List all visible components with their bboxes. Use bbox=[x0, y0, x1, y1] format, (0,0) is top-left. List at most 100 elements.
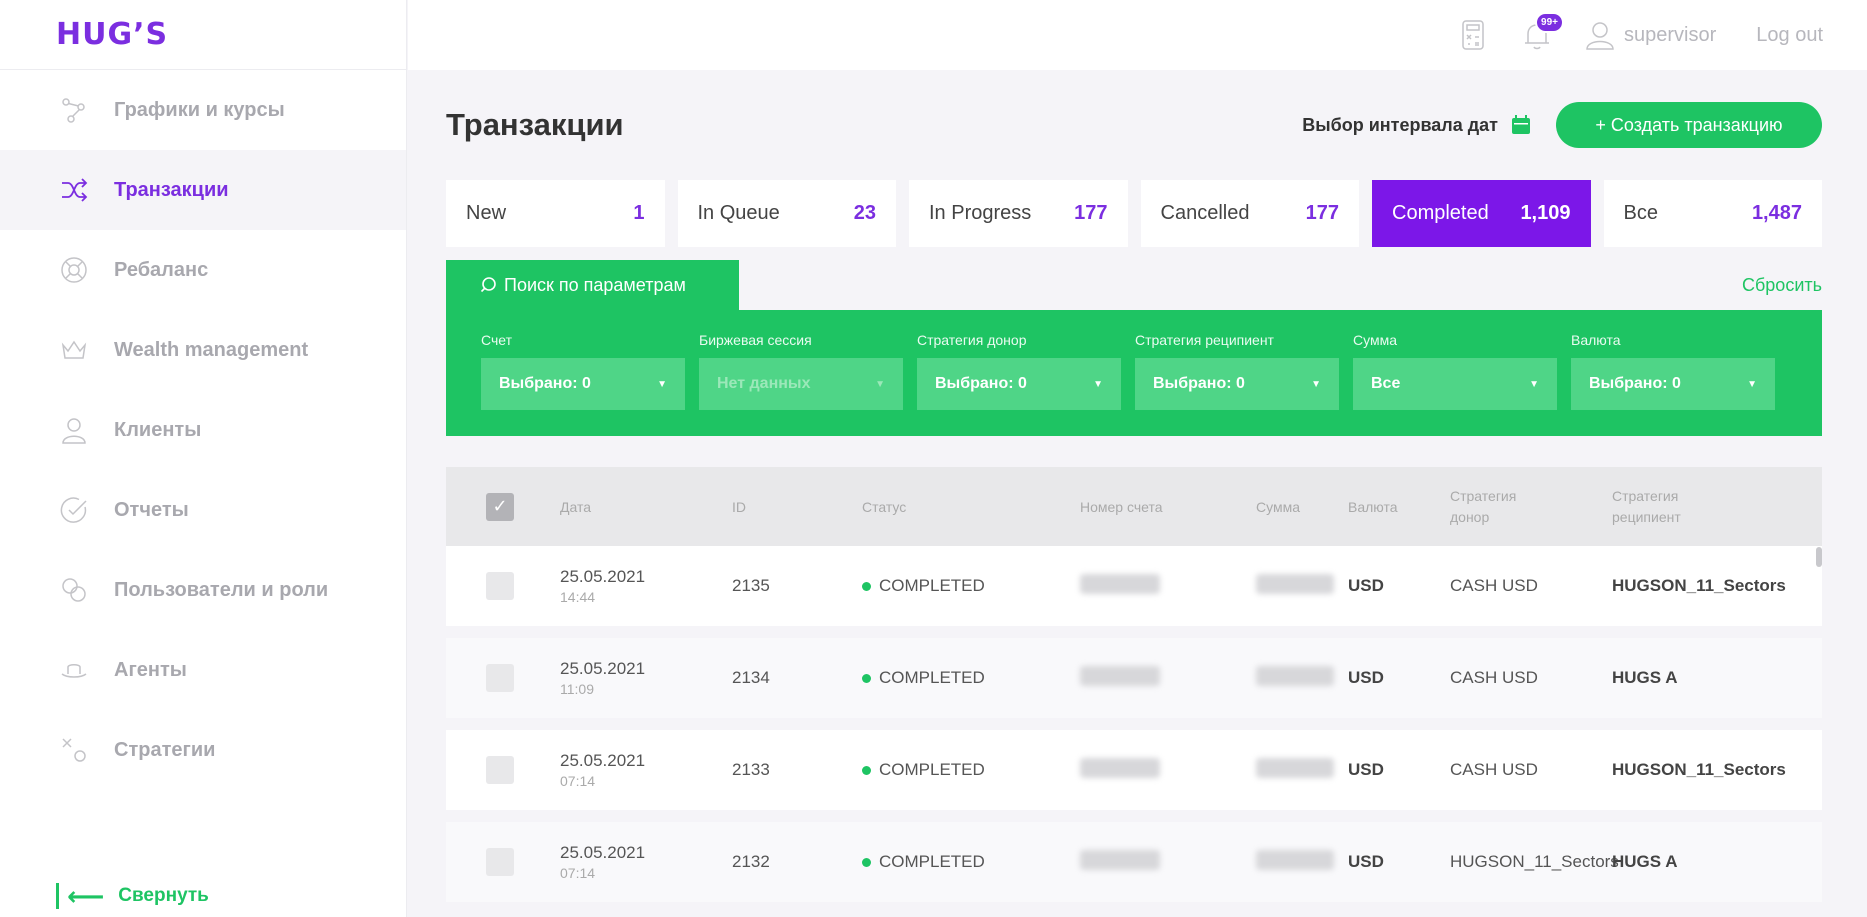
row-checkbox[interactable] bbox=[486, 572, 514, 600]
row-recipient: HUGSON_11_Sectors bbox=[1612, 760, 1786, 779]
status-dot bbox=[862, 673, 871, 683]
header-checkbox-cell: ✓ bbox=[446, 492, 560, 521]
sidebar-item-label: Отчеты bbox=[114, 498, 189, 521]
filter-sum-select[interactable]: Все ▼ bbox=[1353, 358, 1557, 410]
collapse-sidebar-button[interactable]: ⟵ Свернуть bbox=[56, 883, 209, 909]
sidebar-item-agents[interactable]: Агенты bbox=[0, 630, 406, 710]
date-cell: 25.05.2021 07:14 bbox=[560, 751, 732, 789]
select-all-checkbox[interactable]: ✓ bbox=[486, 492, 514, 521]
table-row[interactable]: 25.05.2021 11:09 2134 COMPLETED USD CASH… bbox=[446, 638, 1822, 718]
col-date[interactable]: Дата bbox=[560, 499, 732, 515]
create-transaction-button[interactable]: + Создать транзакцию bbox=[1556, 102, 1822, 148]
col-currency[interactable]: Валюта bbox=[1348, 499, 1450, 515]
status-cell: COMPLETED bbox=[862, 852, 1080, 872]
tab-all[interactable]: Все 1,487 bbox=[1603, 180, 1822, 247]
col-sum[interactable]: Сумма bbox=[1256, 499, 1348, 515]
sidebar-item-strategies[interactable]: Стратегии bbox=[0, 710, 406, 790]
calculator-icon[interactable] bbox=[1456, 18, 1490, 52]
sidebar-item-label: Графики и курсы bbox=[114, 98, 285, 121]
search-params-tab[interactable]: Поиск по параметрам bbox=[446, 260, 739, 310]
logout-link[interactable]: Log out bbox=[1756, 24, 1823, 47]
sidebar-item-reports[interactable]: Отчеты bbox=[0, 470, 406, 550]
row-status: COMPLETED bbox=[879, 668, 985, 687]
blurred-account bbox=[1080, 665, 1160, 686]
filter-account-select[interactable]: Выбрано: 0 ▼ bbox=[481, 358, 685, 410]
row-checkbox[interactable] bbox=[486, 848, 514, 876]
sidebar-item-rebalance[interactable]: Ребаланс bbox=[0, 230, 406, 310]
caret-down-icon: ▼ bbox=[657, 378, 667, 390]
sidebar-item-label: Ребаланс bbox=[114, 258, 209, 281]
account-cell bbox=[1080, 573, 1256, 599]
row-date: 25.05.2021 bbox=[560, 567, 646, 586]
caret-down-icon: ▼ bbox=[1093, 378, 1103, 390]
chart-nodes-icon bbox=[58, 94, 90, 126]
row-id: 2133 bbox=[732, 760, 770, 779]
blurred-sum bbox=[1256, 573, 1334, 594]
date-range-label[interactable]: Выбор интервала дат bbox=[1302, 115, 1498, 136]
sidebar-item-label: Wealth management bbox=[114, 338, 309, 361]
tab-in-progress[interactable]: In Progress 177 bbox=[909, 180, 1128, 247]
table-row[interactable]: 25.05.2021 07:14 2132 COMPLETED USD HUGS… bbox=[446, 822, 1822, 902]
blurred-sum bbox=[1256, 757, 1334, 778]
status-cell: COMPLETED bbox=[862, 668, 1080, 688]
sidebar-item-users[interactable]: Пользователи и роли bbox=[0, 550, 406, 630]
row-currency: USD bbox=[1348, 852, 1384, 871]
user-menu[interactable]: supervisor bbox=[1584, 19, 1716, 51]
row-recipient: HUGS A bbox=[1612, 668, 1678, 687]
row-donor: CASH USD bbox=[1450, 668, 1538, 687]
col-recipient[interactable]: Стратегия реципиент bbox=[1612, 486, 1822, 528]
col-donor[interactable]: Стратегия донор bbox=[1450, 486, 1612, 528]
blurred-account bbox=[1080, 573, 1160, 594]
filter-account: Счет Выбрано: 0 ▼ bbox=[481, 332, 685, 436]
strategy-icon bbox=[58, 734, 90, 766]
check-circle-icon bbox=[58, 494, 90, 526]
sidebar-item-transactions[interactable]: Транзакции bbox=[0, 150, 406, 230]
table-scrollbar[interactable] bbox=[1816, 547, 1822, 567]
col-id[interactable]: ID bbox=[732, 499, 862, 515]
row-donor: CASH USD bbox=[1450, 760, 1538, 779]
filter-label: Стратегия реципиент bbox=[1135, 332, 1274, 348]
tab-new[interactable]: New 1 bbox=[446, 180, 665, 247]
person-icon bbox=[58, 414, 90, 446]
transactions-table: ✓ Дата ID Статус Номер счета Сумма Валют… bbox=[446, 467, 1822, 902]
sidebar-item-clients[interactable]: Клиенты bbox=[0, 390, 406, 470]
search-tab-label: Поиск по параметрам bbox=[504, 274, 686, 295]
calendar-icon[interactable] bbox=[1510, 114, 1532, 136]
filter-value: Выбрано: 0 bbox=[935, 375, 1027, 392]
status-dot bbox=[862, 581, 871, 591]
row-time: 07:14 bbox=[560, 773, 596, 789]
stat-count: 177 bbox=[1305, 202, 1339, 224]
filter-currency-select[interactable]: Выбрано: 0 ▼ bbox=[1571, 358, 1775, 410]
logo[interactable]: HUG’S bbox=[0, 0, 406, 70]
row-status: COMPLETED bbox=[879, 852, 985, 871]
col-donor-label: Стратегия донор bbox=[1450, 487, 1517, 525]
filter-recipient-select[interactable]: Выбрано: 0 ▼ bbox=[1135, 358, 1339, 410]
account-cell bbox=[1080, 665, 1256, 691]
filter-currency: Валюта Выбрано: 0 ▼ bbox=[1571, 332, 1775, 436]
row-checkbox-cell bbox=[446, 572, 560, 600]
filter-label: Стратегия донор bbox=[917, 332, 1027, 348]
table-row[interactable]: 25.05.2021 07:14 2133 COMPLETED USD CASH… bbox=[446, 730, 1822, 810]
notifications-bell-icon[interactable]: 99+ bbox=[1520, 12, 1564, 52]
filter-value: Выбрано: 0 bbox=[1589, 375, 1681, 392]
tab-in-queue[interactable]: In Queue 23 bbox=[677, 180, 896, 247]
filter-donor: Стратегия донор Выбрано: 0 ▼ bbox=[917, 332, 1121, 436]
status-tabs: New 1 In Queue 23 In Progress 177 Cancel… bbox=[446, 180, 1822, 247]
sidebar-item-wealth[interactable]: Wealth management bbox=[0, 310, 406, 390]
col-account[interactable]: Номер счета bbox=[1080, 499, 1256, 515]
tab-completed[interactable]: Completed 1,109 bbox=[1372, 180, 1591, 247]
col-status[interactable]: Статус bbox=[862, 499, 1080, 515]
row-checkbox[interactable] bbox=[486, 664, 514, 692]
row-checkbox[interactable] bbox=[486, 756, 514, 784]
sum-cell bbox=[1256, 573, 1348, 599]
table-row[interactable]: 25.05.2021 14:44 2135 COMPLETED USD CASH… bbox=[446, 546, 1822, 626]
filter-donor-select[interactable]: Выбрано: 0 ▼ bbox=[917, 358, 1121, 410]
row-checkbox-cell bbox=[446, 848, 560, 876]
reset-filters-link[interactable]: Сбросить bbox=[1742, 275, 1822, 296]
filter-value: Выбрано: 0 bbox=[499, 375, 591, 392]
tab-cancelled[interactable]: Cancelled 177 bbox=[1140, 180, 1359, 247]
sidebar-item-charts[interactable]: Графики и курсы bbox=[0, 70, 406, 150]
account-cell bbox=[1080, 757, 1256, 783]
sum-cell bbox=[1256, 757, 1348, 783]
filter-session-select[interactable]: Нет данных ▼ bbox=[699, 358, 903, 410]
